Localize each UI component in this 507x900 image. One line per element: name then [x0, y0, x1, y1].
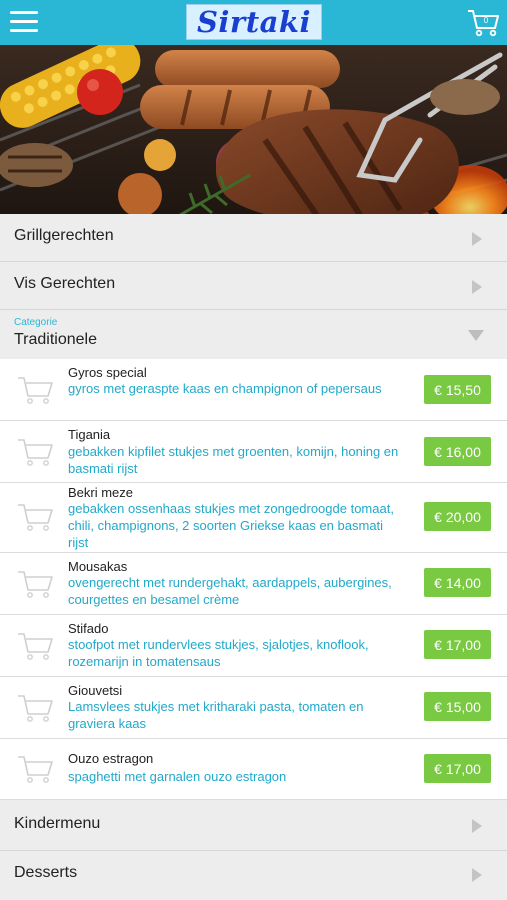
price-button[interactable]: € 16,00	[424, 437, 491, 466]
section-label: Desserts	[14, 864, 78, 881]
price-button[interactable]: € 14,00	[424, 568, 491, 597]
cart-button[interactable]: 0	[467, 8, 501, 38]
price-button[interactable]: € 15,50	[424, 375, 491, 404]
add-to-cart-button[interactable]	[17, 501, 55, 533]
item-description: gyros met geraspte kaas en champignon of…	[68, 381, 382, 396]
section-desserts[interactable]: Desserts	[0, 851, 507, 900]
section-label: Grillgerechten	[14, 227, 114, 244]
add-to-cart-button[interactable]	[17, 374, 55, 406]
chevron-right-icon	[472, 868, 482, 882]
section-label: Vis Gerechten	[14, 275, 116, 292]
logo: Sirtaki	[186, 4, 322, 40]
item-description: Lamsvlees stukjes met kritharaki pasta, …	[68, 699, 364, 731]
chevron-right-icon	[472, 232, 482, 246]
add-to-cart-button[interactable]	[17, 436, 55, 468]
section-label: Kindermenu	[14, 815, 101, 832]
menu-item: Giouvetsi Lamsvlees stukjes met krithara…	[0, 677, 507, 739]
price-button[interactable]: € 17,00	[424, 754, 491, 783]
item-name: Tigania	[68, 427, 111, 442]
add-to-cart-button[interactable]	[17, 568, 55, 600]
menu-item: Bekri meze gebakken ossenhaas stukjes me…	[0, 483, 507, 553]
category-header-traditionele[interactable]: Categorie Traditionele	[0, 311, 507, 359]
menu-item-list: Gyros special gyros met geraspte kaas en…	[0, 359, 507, 800]
item-name: Stifado	[68, 621, 109, 636]
section-grillgerechten[interactable]: Grillgerechten	[0, 214, 507, 262]
cart-icon	[18, 756, 53, 783]
price-button[interactable]: € 17,00	[424, 630, 491, 659]
menu-item: Tigania gebakken kipfilet stukjes met gr…	[0, 421, 507, 483]
menu-item: Ouzo estragon spaghetti met garnalen ouz…	[0, 739, 507, 800]
cart-icon	[18, 439, 53, 466]
add-to-cart-button[interactable]	[17, 692, 55, 724]
item-name: Mousakas	[68, 559, 128, 574]
item-name: Gyros special	[68, 365, 147, 380]
item-description: ovengerecht met rundergehakt, aardappels…	[68, 575, 392, 607]
item-name: Giouvetsi	[68, 683, 123, 698]
cart-icon	[18, 571, 53, 598]
category-caption: Categorie	[14, 317, 58, 328]
cart-count-badge: 0	[483, 16, 489, 25]
chevron-right-icon	[472, 280, 482, 294]
cart-icon	[18, 504, 53, 531]
menu-item: Mousakas ovengerecht met rundergehakt, a…	[0, 553, 507, 615]
top-bar: Sirtaki 0	[0, 0, 507, 45]
add-to-cart-button[interactable]	[17, 753, 55, 785]
cart-icon	[18, 633, 53, 660]
cart-icon	[18, 377, 53, 404]
category-label: Traditionele	[14, 331, 98, 348]
item-description: stoofpot met rundervlees stukjes, sjalot…	[68, 637, 369, 669]
item-name: Bekri meze	[68, 485, 134, 500]
item-description: gebakken ossenhaas stukjes met zongedroo…	[68, 501, 394, 550]
add-to-cart-button[interactable]	[17, 630, 55, 662]
cart-icon	[18, 695, 53, 722]
section-vis-gerechten[interactable]: Vis Gerechten	[0, 262, 507, 310]
menu-icon[interactable]	[10, 11, 38, 33]
price-button[interactable]: € 20,00	[424, 502, 491, 531]
section-kindermenu[interactable]: Kindermenu	[0, 801, 507, 851]
item-description: gebakken kipfilet stukjes met groenten, …	[68, 444, 399, 476]
chevron-right-icon	[472, 819, 482, 833]
chevron-down-icon	[468, 330, 484, 341]
item-name: Ouzo estragon	[68, 751, 154, 766]
price-button[interactable]: € 15,00	[424, 692, 491, 721]
menu-item: Stifado stoofpot met rundervlees stukjes…	[0, 615, 507, 677]
menu-item: Gyros special gyros met geraspte kaas en…	[0, 359, 507, 421]
hero-image	[0, 45, 507, 222]
item-description: spaghetti met garnalen ouzo estragon	[68, 769, 287, 784]
